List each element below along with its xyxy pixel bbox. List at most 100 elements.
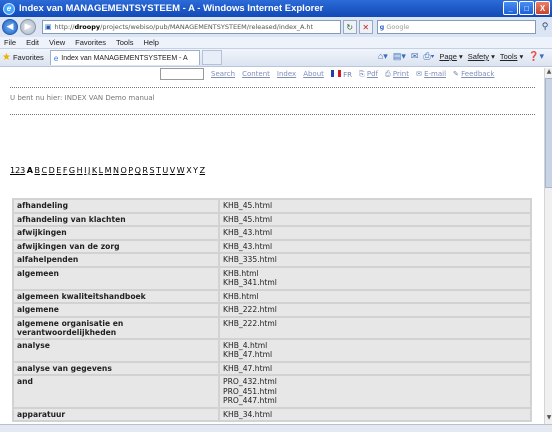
letter-link-L[interactable]: L <box>99 166 103 175</box>
letter-link-I[interactable]: I <box>84 166 86 175</box>
file-link[interactable]: KHB_47.html <box>223 350 527 360</box>
table-row: algemeen kwaliteitshandboek KHB.html <box>14 290 530 302</box>
letter-link-V[interactable]: V <box>170 166 175 175</box>
new-tab-button[interactable] <box>201 50 222 65</box>
mail-icon[interactable]: ✉ <box>411 51 419 62</box>
file-link[interactable]: KHB_341.html <box>223 278 527 288</box>
menu-help[interactable]: Help <box>144 38 159 47</box>
file-link[interactable]: PRO_451.html <box>223 387 527 397</box>
refresh-icon[interactable]: ↻ <box>342 20 357 34</box>
top-navigation: Search Content Index About FR ⎘ Pdf ⎙ Pr… <box>160 68 494 80</box>
print-icon[interactable]: ⎙▾ <box>423 51 434 62</box>
letter-link-U[interactable]: U <box>162 166 168 175</box>
letter-link-M[interactable]: M <box>105 166 112 175</box>
search-link[interactable]: Search <box>211 70 235 78</box>
stop-icon[interactable]: ✕ <box>358 20 373 34</box>
file-link[interactable]: KHB_47.html <box>223 364 527 374</box>
letter-link-N[interactable]: N <box>113 166 119 175</box>
menu-tools[interactable]: Tools <box>116 38 134 47</box>
index-term: algemeen <box>14 267 218 289</box>
address-toolbar: ◀ ▶ ▣ http://droopy/projects/webiso/pub/… <box>0 17 552 37</box>
content-link[interactable]: Content <box>242 70 270 78</box>
minimize-button[interactable]: _ <box>503 1 518 15</box>
letter-link-H[interactable]: H <box>77 166 83 175</box>
letter-link-C[interactable]: C <box>41 166 47 175</box>
print-link[interactable]: ⎙ Print <box>385 70 409 79</box>
file-link[interactable]: KHB_43.html <box>223 242 527 252</box>
letter-current-A: A <box>26 166 33 175</box>
menu-safety[interactable]: Safety ▾ <box>468 52 495 61</box>
file-link[interactable]: PRO_447.html <box>223 396 527 406</box>
file-link[interactable]: PRO_432.html <box>223 377 527 387</box>
menu-edit[interactable]: Edit <box>26 38 39 47</box>
letter-link-T[interactable]: T <box>156 166 161 175</box>
scrollbar-thumb[interactable] <box>545 78 552 188</box>
window-title-bar[interactable]: e Index van MANAGEMENTSYSTEEM - A - Wind… <box>0 0 552 17</box>
index-term: apparatuur <box>14 408 218 420</box>
forward-button[interactable]: ▶ <box>19 19 36 35</box>
menu-page[interactable]: Page ▾ <box>439 52 462 61</box>
letter-link-J[interactable]: J <box>88 166 90 175</box>
search-icon[interactable]: ⚲ <box>538 20 552 34</box>
vertical-scrollbar[interactable]: ▲ ▼ <box>544 68 552 424</box>
letter-link-K[interactable]: K <box>92 166 97 175</box>
back-button[interactable]: ◀ <box>2 19 18 35</box>
file-link[interactable]: KHB_45.html <box>223 201 527 211</box>
file-link[interactable]: KHB_222.html <box>223 319 527 329</box>
letter-link-W[interactable]: W <box>177 166 185 175</box>
feeds-icon[interactable]: ▤▾ <box>393 51 406 62</box>
breadcrumb: U bent nu hier: INDEX VAN Demo manual <box>10 94 155 102</box>
table-row: afwijkingen KHB_43.html <box>14 227 530 239</box>
maximize-button[interactable]: □ <box>519 1 534 15</box>
letter-link-R[interactable]: R <box>142 166 148 175</box>
letter-link-O[interactable]: O <box>120 166 126 175</box>
file-link[interactable]: KHB_45.html <box>223 215 527 225</box>
menu-favorites[interactable]: Favorites <box>75 38 106 47</box>
menu-tools-cmd[interactable]: Tools ▾ <box>500 52 523 61</box>
email-link[interactable]: ✉ E-mail <box>416 70 446 78</box>
letter-text-Y: Y <box>193 166 199 175</box>
file-link[interactable]: KHB.html <box>223 269 527 279</box>
letter-link-E[interactable]: E <box>56 166 61 175</box>
file-link[interactable]: KHB_34.html <box>223 410 527 420</box>
language-fr-link[interactable]: FR <box>330 69 352 79</box>
letter-link-P[interactable]: P <box>128 166 133 175</box>
browser-tab[interactable]: e Index van MANAGEMENTSYSTEEM - A <box>49 50 200 65</box>
file-link[interactable]: KHB_222.html <box>223 305 527 315</box>
home-icon[interactable]: ⌂▾ <box>378 51 388 62</box>
file-link[interactable]: KHB_4.html <box>223 341 527 351</box>
alphabet-navigation: 123 A B C D E F G H I J K L M N O P Q R S T U V W X Y Z <box>10 166 207 175</box>
letter-link-D[interactable]: D <box>49 166 55 175</box>
address-bar[interactable]: ▣ http://droopy/projects/webiso/pub/MANA… <box>41 20 341 34</box>
file-link[interactable]: KHB_335.html <box>223 255 527 265</box>
pdf-link[interactable]: ⎘ Pdf <box>359 70 378 79</box>
site-search-input[interactable] <box>160 68 204 80</box>
ie-tab-icon: e <box>53 53 59 63</box>
letter-link-123[interactable]: 123 <box>10 166 25 175</box>
table-row: analyse KHB_4.html KHB_47.html <box>14 339 530 361</box>
file-link[interactable]: KHB.html <box>223 292 527 302</box>
index-link[interactable]: Index <box>277 70 296 78</box>
menu-view[interactable]: View <box>49 38 65 47</box>
index-files: KHB_34.html <box>220 408 530 420</box>
url-prefix: http:// <box>54 23 75 31</box>
feedback-link[interactable]: ✎ Feedback <box>453 70 494 78</box>
file-link[interactable]: KHB_43.html <box>223 228 527 238</box>
favorites-button[interactable]: ★ Favorites <box>2 52 44 63</box>
letter-link-B[interactable]: B <box>34 166 40 175</box>
letter-link-F[interactable]: F <box>63 166 68 175</box>
scroll-up-arrow-icon[interactable]: ▲ <box>545 68 552 78</box>
menu-file[interactable]: File <box>4 38 16 47</box>
letter-link-S[interactable]: S <box>149 166 154 175</box>
search-input[interactable]: g Google <box>376 20 537 34</box>
index-term: afhandeling <box>14 200 218 212</box>
help-icon[interactable]: ❓▾ <box>528 51 544 62</box>
letter-link-G[interactable]: G <box>69 166 75 175</box>
close-button[interactable]: X <box>535 1 550 15</box>
letter-link-Q[interactable]: Q <box>135 166 141 175</box>
scroll-down-arrow-icon[interactable]: ▼ <box>545 414 552 424</box>
page-icon: ▣ <box>44 23 52 31</box>
about-link[interactable]: About <box>303 70 324 78</box>
index-files: PRO_432.html PRO_451.html PRO_447.html <box>220 376 530 407</box>
letter-link-Z[interactable]: Z <box>200 166 205 175</box>
